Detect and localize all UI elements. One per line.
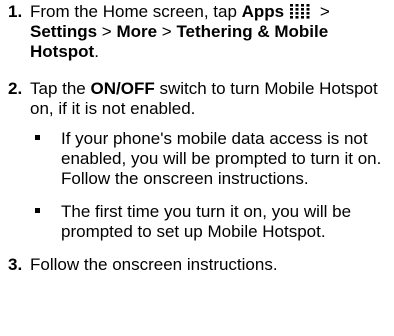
square-bullet-icon <box>35 208 40 213</box>
settings-label: Settings <box>30 22 98 41</box>
step-1: 1. From the Home screen, tap Apps > Sett… <box>0 2 394 62</box>
square-bullet-icon <box>35 135 40 140</box>
bullet-text: The first time you turn it on, you will … <box>61 202 352 241</box>
apps-grid-icon <box>290 4 310 19</box>
step-1-text: From the Home screen, tap Apps > Setting… <box>30 2 390 62</box>
step-1-period: . <box>94 42 99 61</box>
separator: > <box>315 2 330 21</box>
separator: > <box>157 22 177 41</box>
step-3: 3. Follow the onscreen instructions. <box>0 255 394 275</box>
instruction-steps: 1. From the Home screen, tap Apps > Sett… <box>0 2 394 275</box>
bullet-text: If your phone's mobile data access is no… <box>61 129 382 188</box>
on-off-switch-label: ON/OFF <box>90 79 155 98</box>
apps-label: Apps <box>241 2 285 21</box>
step-2-bullets: If your phone's mobile data access is no… <box>30 129 394 242</box>
step-2-intro: Tap the <box>30 79 91 98</box>
more-label: More <box>116 22 158 41</box>
step-3-text: Follow the onscreen instructions. <box>30 255 278 274</box>
step-number: 3. <box>8 255 23 274</box>
bullet-item: The first time you turn it on, you will … <box>30 202 394 242</box>
step-number: 1. <box>8 2 23 21</box>
step-2: 2. Tap the ON/OFF switch to turn Mobile … <box>0 79 394 242</box>
separator: > <box>97 22 117 41</box>
bullet-item: If your phone's mobile data access is no… <box>30 129 394 189</box>
step-number: 2. <box>8 79 23 98</box>
step-1-intro: From the Home screen, tap <box>30 2 242 21</box>
step-2-text: Tap the ON/OFF switch to turn Mobile Hot… <box>30 79 390 119</box>
